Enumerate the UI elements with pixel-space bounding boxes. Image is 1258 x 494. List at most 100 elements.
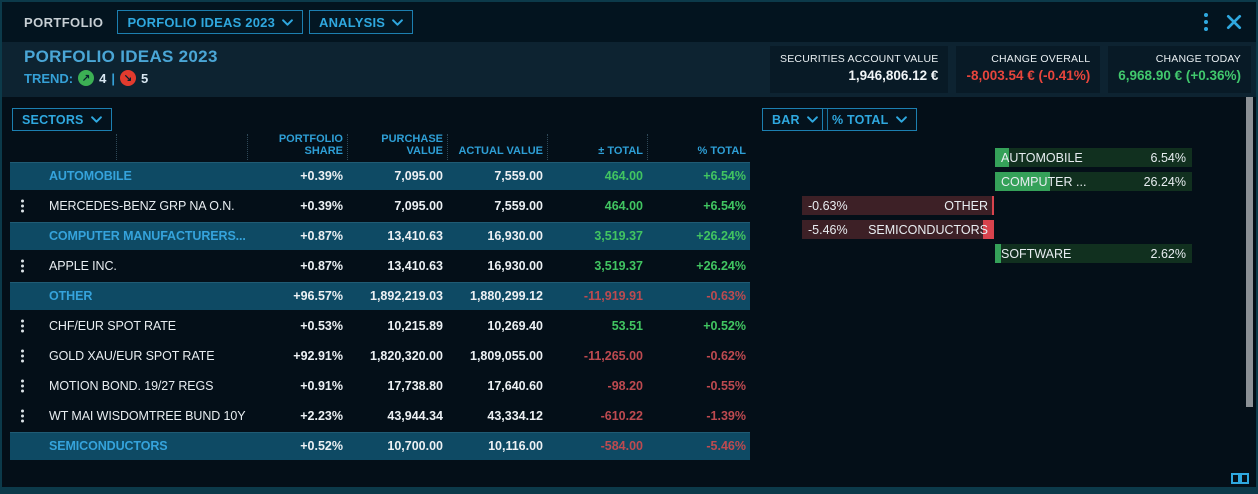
row-name: OTHER — [10, 289, 247, 303]
trend-down-count: 5 — [141, 71, 148, 86]
table-row-computer-manufacturers[interactable]: COMPUTER MANUFACTURERS...+0.87%13,410.63… — [10, 222, 750, 250]
cell-actual-value: 7,559.00 — [447, 169, 547, 183]
cell-actual-value: 16,930.00 — [447, 229, 547, 243]
row-menu-icon[interactable] — [21, 410, 24, 423]
page-title: PORFOLIO IDEAS 2023 — [24, 47, 218, 67]
header-actual-value[interactable]: ACTUAL VALUE — [447, 134, 547, 160]
chart-row-computer[interactable]: COMPUTER ...26.24% — [802, 172, 1193, 191]
sectors-label: SECTORS — [22, 113, 84, 127]
table-body: AUTOMOBILE+0.39%7,095.007,559.00464.00+6… — [10, 162, 750, 462]
chart-category-label: OTHER — [944, 199, 988, 213]
chart-bar — [992, 196, 994, 215]
chart-row-software[interactable]: SOFTWARE 2.62% — [802, 244, 1193, 263]
header-percent-change[interactable]: % TOTAL — [647, 134, 750, 160]
trend-up-icon: ↗ — [78, 70, 94, 86]
chart-row-semiconductors[interactable]: -5.46%SEMICONDUCTORS — [802, 220, 1193, 239]
trend-label: TREND: — [24, 71, 73, 86]
cell-total-change: 3,519.37 — [547, 259, 647, 273]
scrollbar-thumb[interactable] — [1246, 97, 1253, 407]
chart-value-label: 2.62% — [1151, 247, 1186, 261]
chart-metric-dropdown[interactable]: % TOTAL — [822, 108, 917, 131]
chart-type-dropdown[interactable]: BAR — [762, 108, 828, 131]
cell-actual-value: 1,809,055.00 — [447, 349, 547, 363]
chart-category-label: AUTOMOBILE — [1001, 151, 1083, 165]
cell-portfolio-share: +0.91% — [247, 379, 347, 393]
table-row-gold-xau-eur-spot-rate[interactable]: GOLD XAU/EUR SPOT RATE+92.91%1,820,320.0… — [10, 342, 750, 370]
cell-actual-value: 16,930.00 — [447, 259, 547, 273]
cell-actual-value: 10,269.40 — [447, 319, 547, 333]
cell-portfolio-share: +92.91% — [247, 349, 347, 363]
cell-total-change: 464.00 — [547, 199, 647, 213]
bar-chart: AUTOMOBILE6.54% COMPUTER ...26.24%-0.63%O… — [802, 148, 1193, 268]
chart-category-label: COMPUTER ... — [1001, 175, 1086, 189]
cell-total-change: 464.00 — [547, 169, 647, 183]
table-row-wt-mai-wisdomtree-bund-10y-3[interactable]: WT MAI WISDOMTREE BUND 10Y 3+2.23%43,944… — [10, 402, 750, 430]
row-menu-icon[interactable] — [21, 260, 24, 273]
row-menu-icon[interactable] — [21, 200, 24, 213]
cell-percent-change: -1.39% — [647, 409, 750, 423]
chart-bar-strip[interactable]: -0.63%OTHER — [802, 196, 994, 215]
chart-value-label: -5.46% — [808, 223, 848, 237]
table-row-other[interactable]: OTHER+96.57%1,892,219.031,880,299.12-11,… — [10, 282, 750, 310]
chevron-down-icon — [282, 19, 293, 26]
sectors-dropdown[interactable]: SECTORS — [12, 108, 112, 131]
table-row-semiconductors[interactable]: SEMICONDUCTORS+0.52%10,700.0010,116.00-5… — [10, 432, 750, 460]
chevron-down-icon — [91, 116, 102, 123]
trend-separator: | — [111, 71, 115, 86]
chart-bar-strip[interactable]: COMPUTER ...26.24% — [995, 172, 1192, 191]
top-bar: PORTFOLIO PORFOLIO IDEAS 2023 ANALYSIS — [2, 2, 1256, 42]
cell-total-change: 3,519.37 — [547, 229, 647, 243]
linked-windows-icon[interactable] — [1231, 472, 1249, 485]
cell-percent-change: -0.55% — [647, 379, 750, 393]
more-options-icon[interactable] — [1204, 13, 1208, 31]
trend-up-count: 4 — [99, 71, 106, 86]
cell-percent-change: -0.62% — [647, 349, 750, 363]
row-name: AUTOMOBILE — [10, 169, 247, 183]
cell-actual-value: 7,559.00 — [447, 199, 547, 213]
cell-portfolio-share: +0.39% — [247, 199, 347, 213]
table-row-mercedes-benz-grp-na-o-n[interactable]: MERCEDES-BENZ GRP NA O.N.+0.39%7,095.007… — [10, 192, 750, 220]
cell-total-change: -11,919.91 — [547, 289, 647, 303]
main-area: SECTORS PORTFOLIO SHARE PURCHASE VALUE A… — [2, 97, 1256, 487]
chart-row-other[interactable]: -0.63%OTHER — [802, 196, 1193, 215]
cell-purchase-value: 10,700.00 — [347, 439, 447, 453]
window-bottom-edge — [2, 487, 1256, 492]
cell-percent-change: +26.24% — [647, 229, 750, 243]
close-icon[interactable] — [1226, 14, 1242, 30]
cell-total-change: 53.51 — [547, 319, 647, 333]
row-menu-icon[interactable] — [21, 350, 24, 363]
chart-row-automobile[interactable]: AUTOMOBILE6.54% — [802, 148, 1193, 167]
header-purchase-value[interactable]: PURCHASE VALUE — [347, 134, 447, 160]
row-menu-icon[interactable] — [21, 320, 24, 333]
header-portfolio-share[interactable]: PORTFOLIO SHARE — [247, 134, 347, 160]
chart-bar-strip[interactable]: SOFTWARE 2.62% — [995, 244, 1192, 263]
row-name: CHF/EUR SPOT RATE — [10, 319, 247, 333]
header-name-column — [117, 134, 247, 160]
chart-bar — [995, 244, 1001, 263]
cell-total-change: -11,265.00 — [547, 349, 647, 363]
trend-down-icon: ↘ — [120, 70, 136, 86]
table-row-motion-bond-19-27-regs[interactable]: MOTION BOND. 19/27 REGS+0.91%17,738.8017… — [10, 372, 750, 400]
row-name: COMPUTER MANUFACTURERS... — [10, 229, 247, 243]
row-menu-icon[interactable] — [21, 380, 24, 393]
table-row-automobile[interactable]: AUTOMOBILE+0.39%7,095.007,559.00464.00+6… — [10, 162, 750, 190]
cell-actual-value: 1,880,299.12 — [447, 289, 547, 303]
cell-portfolio-share: +2.23% — [247, 409, 347, 423]
header-total-change[interactable]: ± TOTAL — [547, 134, 647, 160]
chart-bar-strip[interactable]: -5.46%SEMICONDUCTORS — [802, 220, 994, 239]
table-row-chf-eur-spot-rate[interactable]: CHF/EUR SPOT RATE+0.53%10,215.8910,269.4… — [10, 312, 750, 340]
trend-summary: TREND: ↗ 4 | ↘ 5 — [24, 70, 148, 86]
cell-purchase-value: 17,738.80 — [347, 379, 447, 393]
table-row-apple-inc[interactable]: APPLE INC.+0.87%13,410.6316,930.003,519.… — [10, 252, 750, 280]
analysis-dropdown[interactable]: ANALYSIS — [309, 10, 413, 34]
cell-total-change: -584.00 — [547, 439, 647, 453]
change-today-box: CHANGE TODAY 6,968.90 € (+0.36%) — [1108, 46, 1251, 93]
portfolio-selector-label: PORFOLIO IDEAS 2023 — [127, 15, 275, 30]
cell-percent-change: -0.63% — [647, 289, 750, 303]
chart-category-label: SOFTWARE — [1001, 247, 1071, 261]
cell-actual-value: 17,640.60 — [447, 379, 547, 393]
analysis-label: ANALYSIS — [319, 15, 385, 30]
chart-bar-strip[interactable]: AUTOMOBILE6.54% — [995, 148, 1192, 167]
cell-actual-value: 10,116.00 — [447, 439, 547, 453]
portfolio-selector-dropdown[interactable]: PORFOLIO IDEAS 2023 — [117, 10, 303, 34]
